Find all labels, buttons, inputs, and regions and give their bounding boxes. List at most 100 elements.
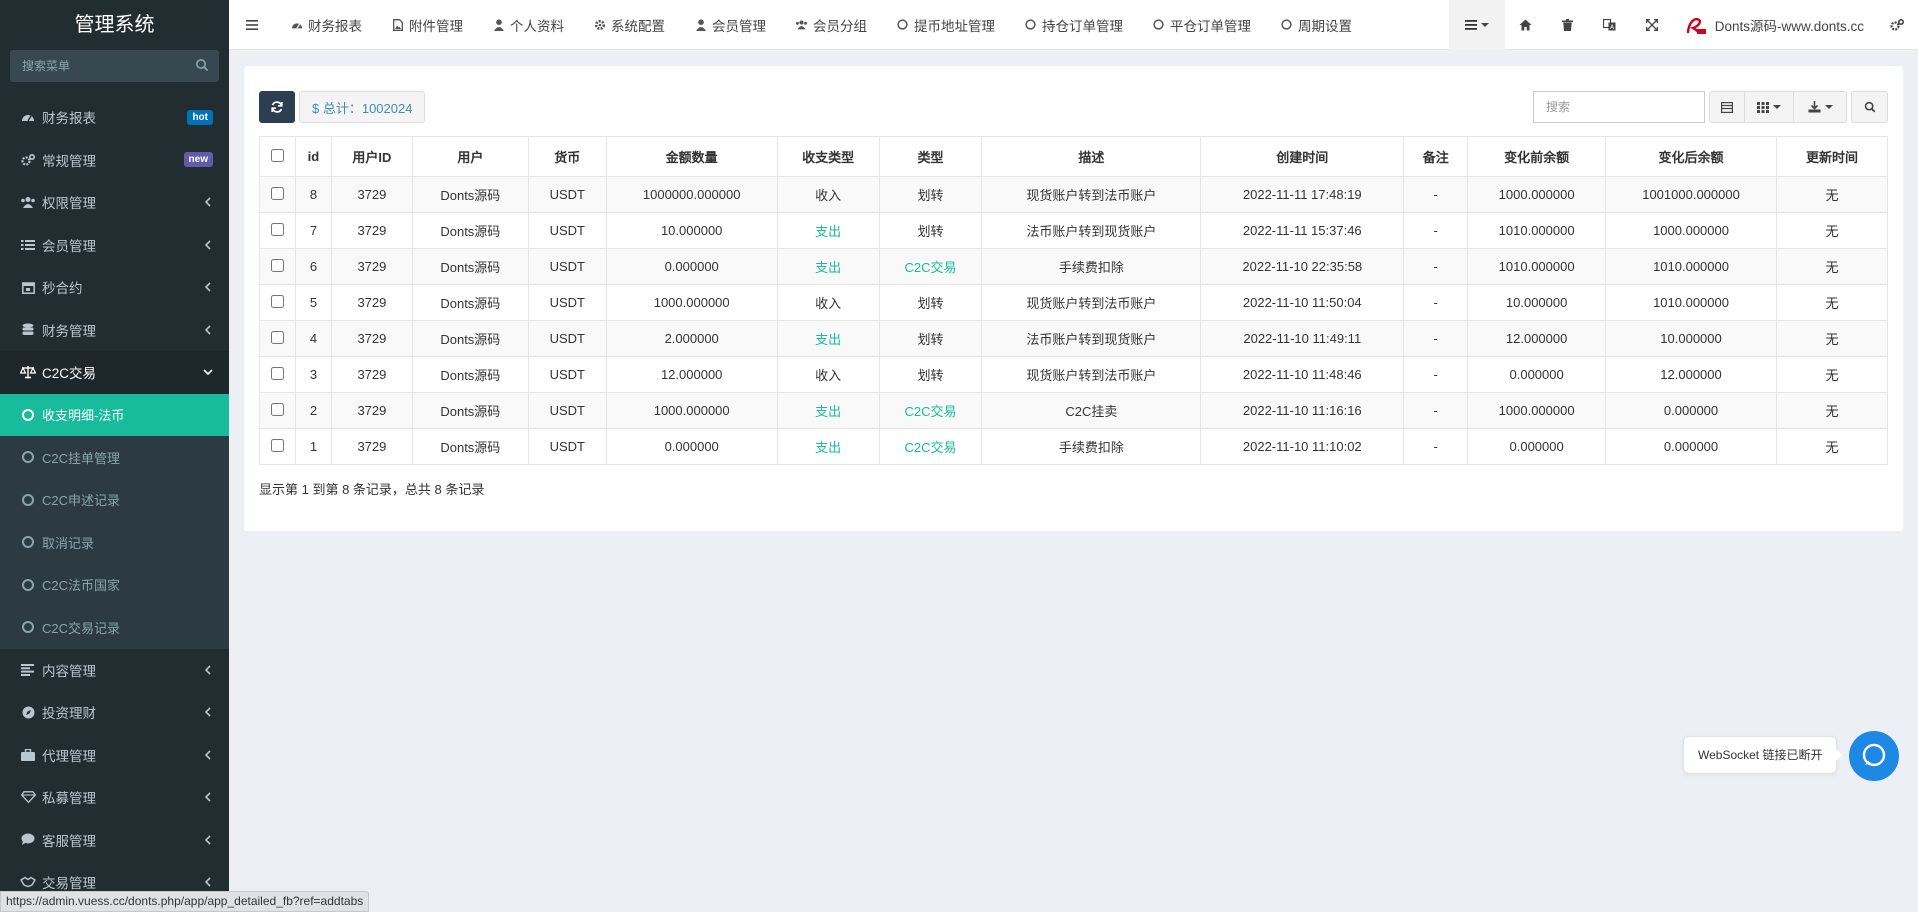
sidebar-subitem-c2c-orders[interactable]: C2C挂单管理 [0, 436, 229, 479]
sidebar-item-customer-service[interactable]: 客服管理 [0, 819, 229, 862]
column-header[interactable]: 收支类型 [776, 136, 880, 177]
sidebar-toggle-button[interactable] [229, 0, 274, 50]
row-checkbox[interactable] [270, 294, 284, 308]
tab-closed-orders[interactable]: 平仓订单管理 [1136, 0, 1264, 50]
column-header[interactable]: 用户ID [330, 136, 413, 177]
tab-member-management[interactable]: 会员管理 [678, 0, 779, 50]
total-button[interactable]: $ 总计：1002024 [299, 91, 426, 123]
sidebar-subitem-c2c-trades[interactable]: C2C交易记录 [0, 606, 229, 649]
sidebar-subitem-c2c-appeals[interactable]: C2C申述记录 [0, 479, 229, 522]
sidebar-item-member[interactable]: 会员管理 [0, 224, 229, 267]
sidebar-item-finance-report[interactable]: 财务报表 hot [0, 96, 229, 139]
user-name: Donts源码-www.donts.cc [1714, 19, 1864, 34]
sidebar-subitem-cancel-records[interactable]: 取消记录 [0, 521, 229, 564]
export-button[interactable] [1793, 91, 1847, 123]
table-cell-io: 收入 [776, 176, 880, 213]
row-checkbox[interactable] [270, 366, 284, 380]
chevron-down-icon [203, 369, 213, 376]
tab-member-group[interactable]: 会员分组 [779, 0, 880, 50]
caret-down-icon [1773, 105, 1781, 109]
tabs-dropdown-button[interactable] [1448, 0, 1505, 50]
row-select-cell [259, 284, 296, 321]
column-header[interactable]: 更新时间 [1775, 136, 1889, 177]
tab-finance-report[interactable]: 财务报表 [274, 0, 375, 50]
refresh-button[interactable] [259, 91, 295, 123]
column-header[interactable]: id [294, 136, 332, 177]
settings-button[interactable] [1876, 0, 1918, 50]
cogs-icon [1890, 19, 1904, 31]
table-row[interactable]: 8 3729 Donts源码 USDT 1000000.000000 收入 划转 现货账户转到… [259, 176, 1889, 213]
sidebar-item-agent[interactable]: 代理管理 [0, 734, 229, 777]
table-cell-id: 2 [294, 392, 332, 429]
column-header[interactable]: 创建时间 [1200, 136, 1405, 177]
language-button[interactable]: A [1589, 0, 1631, 50]
table-cell-created: 2022-11-10 11:48:46 [1200, 356, 1405, 393]
table-row[interactable]: 5 3729 Donts源码 USDT 1000.000000 收入 划转 现货账户转到法币账… [259, 284, 1889, 321]
column-header[interactable]: 类型 [878, 136, 983, 177]
fullscreen-button[interactable] [1631, 0, 1673, 50]
table-row[interactable]: 3 3729 Donts源码 USDT 12.000000 收入 划转 现货账户转到法币账户 2… [259, 356, 1889, 393]
chevron-left-icon [204, 240, 211, 250]
search-icon[interactable] [195, 58, 209, 72]
tab-system-config[interactable]: 系统配置 [577, 0, 678, 50]
gear-icon [593, 18, 606, 31]
home-button[interactable] [1505, 0, 1547, 50]
table-cell-desc: 法币账户转到现货账户 [981, 212, 1202, 249]
table-cell-io: 支出 [776, 320, 880, 357]
table-cell-after: 10.000000 [1605, 320, 1777, 357]
sidebar-item-finance[interactable]: 财务管理 [0, 309, 229, 352]
trash-icon [1562, 19, 1574, 31]
table-row[interactable]: 6 3729 Donts源码 USDT 0.000000 支出 C2C交易 手续费扣除 2022… [259, 248, 1889, 285]
toggle-view-button[interactable] [1709, 91, 1745, 123]
tab-profile[interactable]: 个人资料 [476, 0, 577, 50]
tab-attachments[interactable]: 附件管理 [375, 0, 476, 50]
table-search-input[interactable] [1533, 91, 1705, 123]
row-checkbox[interactable] [270, 222, 284, 236]
clear-cache-button[interactable] [1547, 0, 1589, 50]
column-header[interactable]: 货币 [527, 136, 607, 177]
table-cell-created: 2022-11-11 17:48:19 [1200, 176, 1405, 213]
table-cell-currency: USDT [527, 284, 607, 321]
sidebar-item-general[interactable]: 常规管理 new [0, 139, 229, 182]
row-checkbox[interactable] [270, 438, 284, 452]
sidebar-item-content[interactable]: 内容管理 [0, 649, 229, 692]
select-all-checkbox[interactable] [270, 148, 284, 162]
column-header[interactable]: 变化前余额 [1467, 136, 1607, 177]
advanced-search-button[interactable] [1851, 91, 1888, 123]
sidebar-item-private-placement[interactable]: 私募管理 [0, 776, 229, 819]
table-cell-desc: 现货账户转到法币账户 [981, 284, 1202, 321]
column-header[interactable]: 备注 [1403, 136, 1469, 177]
sidebar-search-input[interactable] [10, 50, 219, 82]
tab-period-settings[interactable]: 周期设置 [1264, 0, 1365, 50]
sidebar-item-c2c[interactable]: C2C交易 [0, 351, 229, 394]
sidebar-item-permission[interactable]: 权限管理 [0, 181, 229, 224]
table-cell-amount: 1000000.000000 [605, 176, 778, 213]
sidebar-item-second-contract[interactable]: 秒合约 [0, 266, 229, 309]
translate-icon: A [1603, 19, 1616, 31]
th-icon [1757, 101, 1769, 113]
row-checkbox[interactable] [270, 186, 284, 200]
table-cell-io: 支出 [776, 392, 880, 429]
circle-icon [1280, 18, 1293, 31]
table-cell-user: Donts源码 [411, 320, 529, 357]
table-row[interactable]: 7 3729 Donts源码 USDT 10.000000 支出 划转 法币账户转到现货账户 2… [259, 212, 1889, 249]
column-header[interactable]: 金额数量 [605, 136, 778, 177]
column-header[interactable]: 变化后余额 [1605, 136, 1777, 177]
table-row[interactable]: 1 3729 Donts源码 USDT 0.000000 支出 C2C交易 手续费扣除 2022… [259, 428, 1889, 465]
row-checkbox[interactable] [270, 258, 284, 272]
user-menu[interactable]: Donts源码-www.donts.cc [1673, 0, 1876, 50]
column-header[interactable]: 用户 [411, 136, 529, 177]
tab-withdraw-address[interactable]: 提币地址管理 [880, 0, 1008, 50]
table-row[interactable]: 4 3729 Donts源码 USDT 2.000000 支出 划转 法币账户转到现货账户 20… [259, 320, 1889, 357]
tab-open-orders[interactable]: 持仓订单管理 [1008, 0, 1136, 50]
sidebar-subitem-fiat-countries[interactable]: C2C法币国家 [0, 564, 229, 607]
row-checkbox[interactable] [270, 402, 284, 416]
column-header[interactable]: 描述 [981, 136, 1202, 177]
sidebar-item-investment[interactable]: 投资理财 [0, 691, 229, 734]
row-checkbox[interactable] [270, 330, 284, 344]
columns-button[interactable] [1744, 91, 1794, 123]
chat-button[interactable] [1849, 731, 1899, 781]
sidebar-subitem-fiat-detail[interactable]: 收支明细-法币 [0, 393, 229, 436]
hot-badge: hot [187, 109, 213, 125]
table-row[interactable]: 2 3729 Donts源码 USDT 1000.000000 支出 C2C交易 C2C挂卖 2… [259, 392, 1889, 429]
